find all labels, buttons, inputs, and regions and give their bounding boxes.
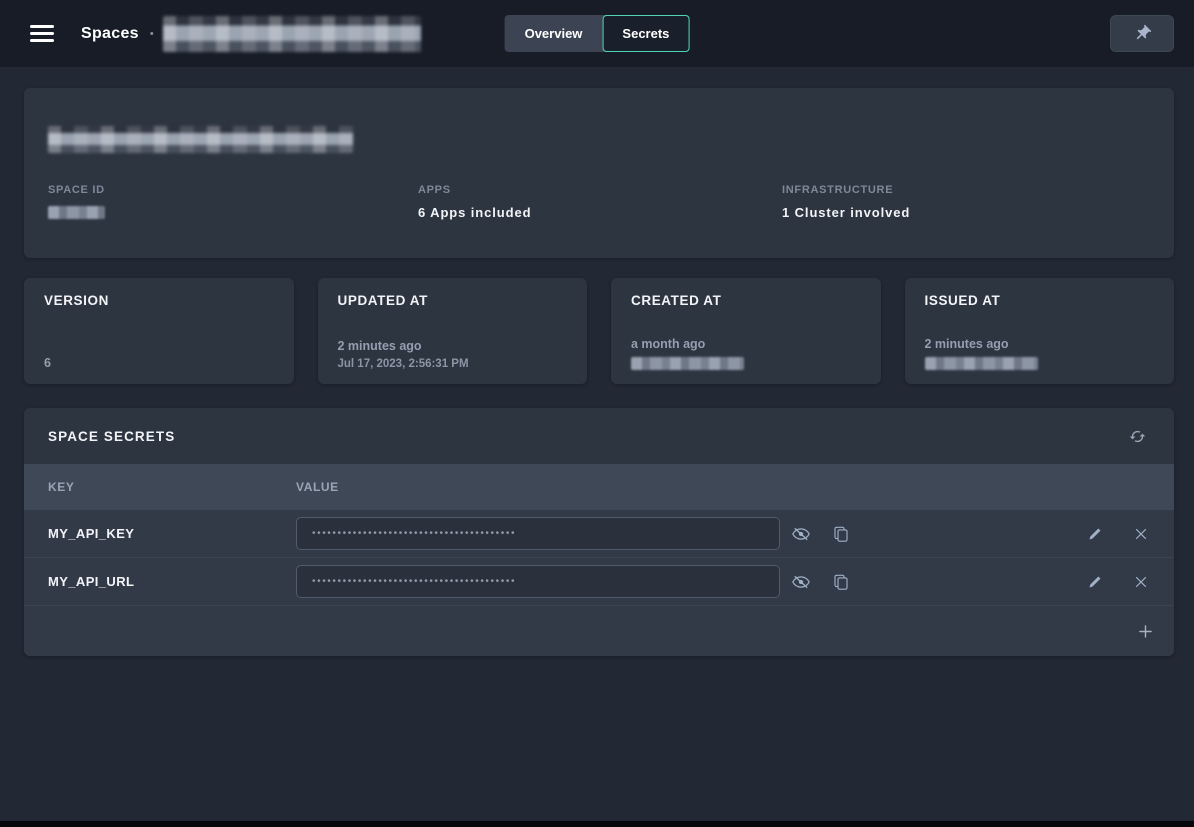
infrastructure-label: INFRASTRUCTURE (782, 184, 1150, 196)
main-content: SPACE ID APPS 6 Apps included INFRASTRUC… (0, 67, 1194, 656)
version-label: VERSION (44, 293, 274, 308)
delete-secret-button[interactable] (1128, 569, 1154, 595)
edit-secret-button[interactable] (1082, 569, 1108, 595)
version-card: VERSION 6 (24, 278, 294, 384)
topbar: Spaces • Overview Secrets (0, 0, 1194, 67)
pencil-icon (1087, 525, 1104, 542)
space-id-block: SPACE ID (48, 184, 418, 220)
apps-block: APPS 6 Apps included (418, 184, 782, 220)
space-id-value-redacted (48, 206, 105, 219)
updated-at-relative: 2 minutes ago (338, 339, 568, 353)
copy-value-button[interactable] (828, 521, 854, 547)
pushpin-icon (1133, 24, 1152, 43)
secrets-footer (24, 606, 1174, 656)
pin-button[interactable] (1110, 15, 1174, 52)
issued-at-relative: 2 minutes ago (925, 337, 1155, 351)
delete-secret-button[interactable] (1128, 521, 1154, 547)
refresh-icon (1129, 428, 1146, 445)
secret-key: MY_API_URL (48, 574, 296, 589)
secrets-table-header: KEY VALUE (24, 464, 1174, 510)
close-icon (1132, 573, 1150, 591)
infrastructure-block: INFRASTRUCTURE 1 Cluster involved (782, 184, 1150, 220)
infrastructure-value: 1 Cluster involved (782, 205, 1150, 220)
column-header-value: VALUE (296, 480, 339, 494)
add-secret-button[interactable] (1132, 618, 1158, 644)
secret-value-input[interactable] (296, 517, 780, 550)
updated-at-card: UPDATED AT 2 minutes ago Jul 17, 2023, 2… (318, 278, 588, 384)
secret-value-input[interactable] (296, 565, 780, 598)
created-at-card: CREATED AT a month ago (611, 278, 881, 384)
created-at-label: CREATED AT (631, 293, 861, 308)
created-at-relative: a month ago (631, 337, 861, 351)
updated-at-label: UPDATED AT (338, 293, 568, 308)
tab-overview[interactable]: Overview (505, 15, 603, 52)
plus-icon (1136, 622, 1155, 641)
app-title: Spaces (81, 25, 139, 43)
copy-value-button[interactable] (828, 569, 854, 595)
issued-at-label: ISSUED AT (925, 293, 1155, 308)
issued-at-card: ISSUED AT 2 minutes ago (905, 278, 1175, 384)
space-title-redacted (48, 126, 353, 153)
edit-secret-button[interactable] (1082, 521, 1108, 547)
bottom-edge-strip (0, 821, 1194, 827)
secret-row-my-api-key: MY_API_KEY (24, 510, 1174, 558)
secret-key: MY_API_KEY (48, 526, 296, 541)
view-tabs: Overview Secrets (505, 15, 690, 52)
reveal-value-button[interactable] (788, 521, 814, 547)
space-id-label: SPACE ID (48, 184, 418, 196)
space-secrets-card: SPACE SECRETS KEY VALUE MY_API_KEY (24, 408, 1174, 656)
apps-label: APPS (418, 184, 782, 196)
eye-off-icon (791, 572, 811, 592)
pencil-icon (1087, 573, 1104, 590)
issued-at-timestamp-redacted (925, 357, 1038, 370)
eye-off-icon (791, 524, 811, 544)
apps-value: 6 Apps included (418, 205, 782, 220)
close-icon (1132, 525, 1150, 543)
space-name-redacted (163, 16, 421, 52)
secret-row-my-api-url: MY_API_URL (24, 558, 1174, 606)
updated-at-timestamp: Jul 17, 2023, 2:56:31 PM (338, 358, 568, 370)
column-header-key: KEY (48, 480, 296, 494)
tab-secrets[interactable]: Secrets (602, 15, 689, 52)
refresh-secrets-button[interactable] (1124, 423, 1150, 449)
stat-cards-row: VERSION 6 UPDATED AT 2 minutes ago Jul 1… (24, 278, 1174, 384)
reveal-value-button[interactable] (788, 569, 814, 595)
space-overview-card: SPACE ID APPS 6 Apps included INFRASTRUC… (24, 88, 1174, 258)
copy-icon (832, 573, 850, 591)
copy-icon (832, 525, 850, 543)
hamburger-menu-icon[interactable] (30, 25, 54, 42)
space-secrets-title: SPACE SECRETS (48, 429, 175, 444)
breadcrumb-separator-dot: • (150, 28, 154, 40)
created-at-timestamp-redacted (631, 357, 744, 370)
version-value: 6 (44, 356, 274, 370)
